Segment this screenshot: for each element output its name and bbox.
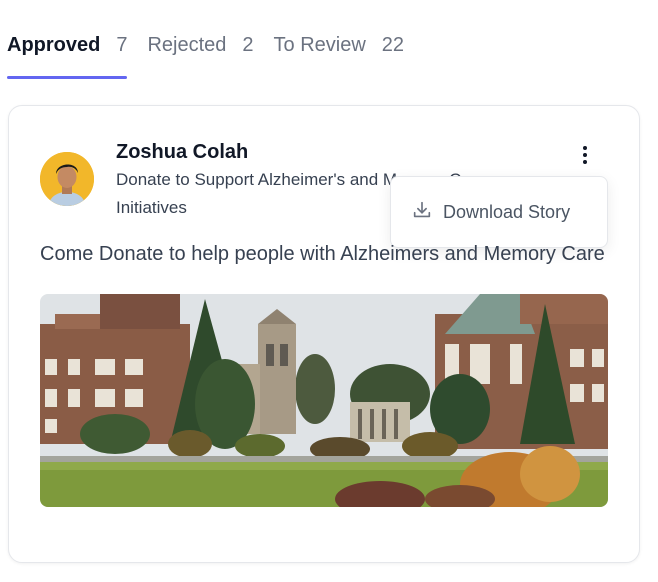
tab-approved[interactable]: Approved 7 <box>7 34 128 79</box>
tab-to-review[interactable]: To Review 22 <box>274 34 405 69</box>
story-body: Come Donate to help people with Alzheime… <box>40 243 605 265</box>
tab-label: Rejected <box>147 34 227 56</box>
download-icon <box>411 199 433 226</box>
story-card: Zoshua Colah Donate to Support Alzheimer… <box>8 105 640 563</box>
story-tabs: Approved 7 Rejected 2 To Review 22 <box>7 34 405 79</box>
avatar <box>40 152 94 206</box>
tab-label: To Review <box>273 34 366 56</box>
tab-count: 2 <box>242 34 254 56</box>
tab-label: Approved <box>7 34 101 56</box>
tab-count: 7 <box>116 34 128 56</box>
menu-item-label: Download Story <box>443 201 571 222</box>
tab-count: 22 <box>381 34 405 56</box>
more-options-icon[interactable] <box>574 143 596 167</box>
active-tab-indicator <box>7 76 128 79</box>
story-options-menu: Download Story <box>390 176 608 248</box>
story-image <box>40 294 608 507</box>
tab-rejected[interactable]: Rejected 2 <box>147 34 253 69</box>
author-name: Zoshua Colah <box>116 141 249 163</box>
download-story-menu-item[interactable]: Download Story <box>391 199 570 226</box>
